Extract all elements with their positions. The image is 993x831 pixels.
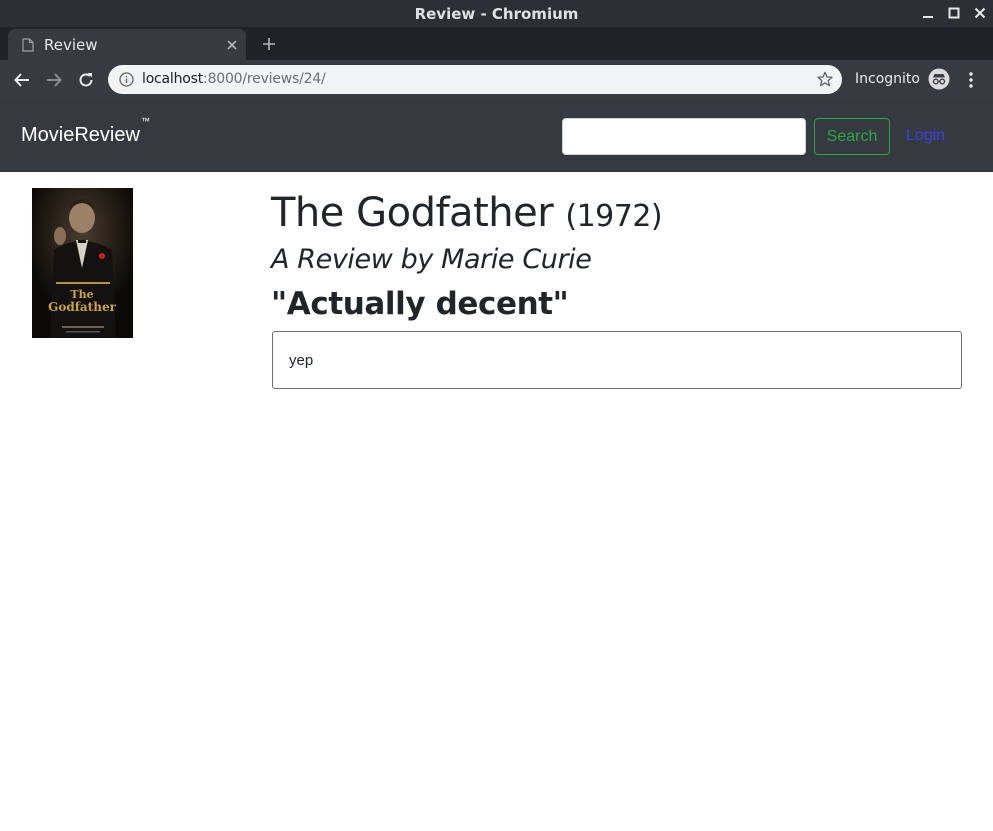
maximize-icon[interactable] <box>946 5 962 21</box>
browser-toolbar: localhost:8000/reviews/24/ Incognito <box>0 60 993 100</box>
window-titlebar: Review - Chromium <box>0 0 993 27</box>
close-window-icon[interactable] <box>972 5 988 21</box>
brand-name: MovieReview <box>21 124 140 146</box>
address-bar[interactable]: localhost:8000/reviews/24/ <box>108 65 842 94</box>
arrow-left-icon <box>14 73 29 87</box>
forward-button[interactable] <box>43 69 65 91</box>
login-link[interactable]: Login <box>906 127 945 145</box>
movie-year: (1972) <box>565 199 663 234</box>
search-button[interactable]: Search <box>814 118 890 155</box>
info-icon[interactable] <box>119 72 134 87</box>
arrow-right-icon <box>47 73 62 87</box>
movie-title-text: The Godfather <box>271 190 554 236</box>
close-icon[interactable] <box>224 37 240 53</box>
minimize-icon[interactable] <box>920 5 936 21</box>
review-body-box: yep <box>272 331 962 389</box>
movie-poster: The Godfather <box>32 188 133 338</box>
incognito-icon[interactable] <box>928 68 950 90</box>
movie-title: The Godfather (1972) <box>271 190 663 236</box>
new-tab-button[interactable] <box>259 34 279 54</box>
menu-button[interactable] <box>962 70 980 90</box>
review-body-text: yep <box>289 352 314 369</box>
brand-link[interactable]: MovieReview™ <box>21 116 150 147</box>
poster-text-line2: Godfather <box>48 300 116 314</box>
trademark-mark: ™ <box>140 116 150 127</box>
url-text: localhost:8000/reviews/24/ <box>142 71 326 87</box>
url-path: :8000/reviews/24/ <box>203 71 326 87</box>
page-icon <box>22 38 34 52</box>
bookmark-star-icon[interactable] <box>817 71 833 87</box>
reload-button[interactable] <box>75 69 97 91</box>
more-vert-icon <box>969 72 973 88</box>
back-button[interactable] <box>11 69 33 91</box>
search-input[interactable] <box>562 118 806 155</box>
review-headline: "Actually decent" <box>271 286 569 322</box>
tab-title: Review <box>44 36 98 54</box>
plus-icon <box>263 38 275 50</box>
review-byline: A Review by Marie Curie <box>271 244 592 275</box>
incognito-label: Incognito <box>855 71 920 87</box>
tab-strip: Review <box>0 27 993 60</box>
window-title: Review - Chromium <box>414 5 579 23</box>
site-navbar: MovieReview™ Search Login <box>0 100 993 172</box>
reload-icon <box>79 73 93 87</box>
tab-review[interactable]: Review <box>8 29 246 60</box>
url-host: localhost <box>142 71 204 87</box>
